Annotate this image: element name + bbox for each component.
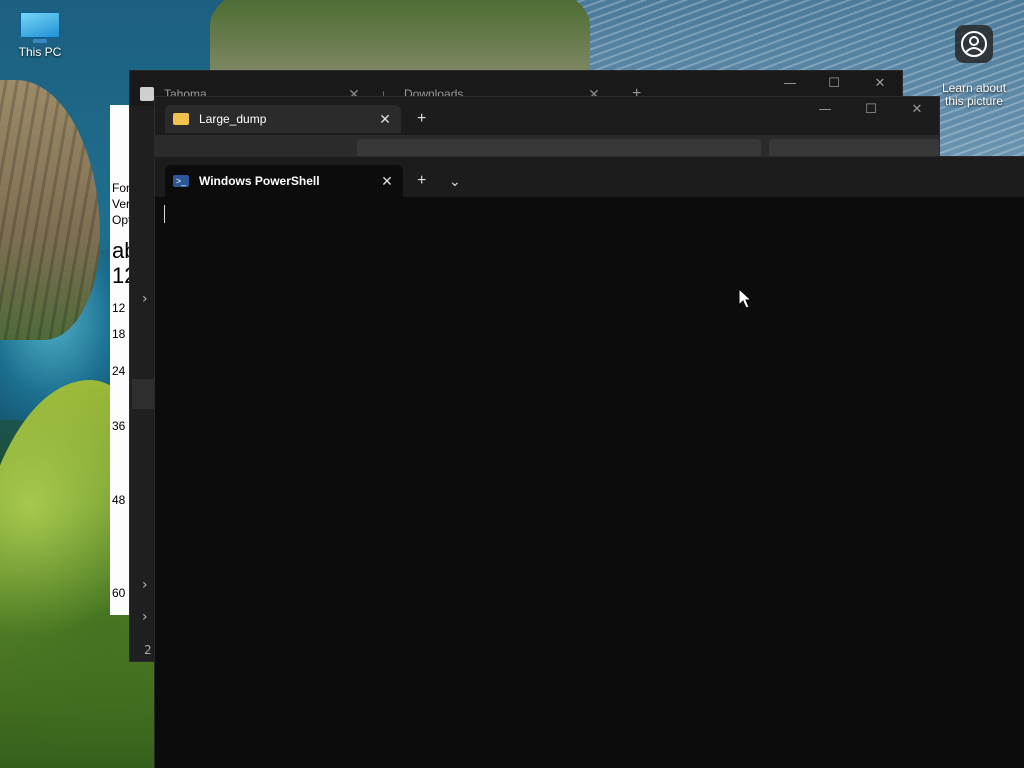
font-size-line: 18 <box>112 327 126 341</box>
monitor-icon <box>20 12 60 43</box>
font-info-line: Ver <box>112 197 131 211</box>
maximize-button[interactable]: ☐ <box>855 99 887 121</box>
folder-icon <box>173 113 189 125</box>
tab-label: Large_dump <box>199 112 267 126</box>
close-button[interactable]: ✕ <box>864 73 896 95</box>
font-file-icon <box>140 87 154 101</box>
tab-close-icon[interactable]: ✕ <box>377 111 393 127</box>
font-size-line: 36 <box>112 419 126 433</box>
minimize-button[interactable]: — <box>809 99 841 121</box>
chevron-right-icon[interactable]: › <box>142 577 148 593</box>
font-size-line: 12 <box>112 301 126 315</box>
font-size-line: 60 <box>112 586 126 600</box>
minimize-button[interactable]: — <box>774 73 806 95</box>
terminal-window[interactable]: >_ Windows PowerShell ✕ + ⌄ <box>155 157 1024 768</box>
tab-bar: >_ Windows PowerShell ✕ + ⌄ <box>155 157 1024 197</box>
mouse-pointer-icon <box>738 288 753 309</box>
tab-close-icon[interactable]: ✕ <box>379 173 395 189</box>
font-size-line: 48 <box>112 493 126 507</box>
maximize-button[interactable]: ☐ <box>818 73 850 95</box>
desktop-icon-label: This PC <box>18 45 62 59</box>
chevron-right-icon[interactable]: › <box>142 291 148 307</box>
chevron-down-icon[interactable]: ⌄ <box>449 167 465 195</box>
new-tab-button[interactable]: + <box>417 167 437 195</box>
tab-bar: Large_dump ✕ + — ☐ ✕ <box>155 97 939 135</box>
new-tab-button[interactable]: + <box>417 105 437 133</box>
close-button[interactable]: ✕ <box>901 99 933 121</box>
text-cursor <box>164 205 165 223</box>
tab-large-dump[interactable]: Large_dump ✕ <box>165 105 401 133</box>
desktop-icon-this-pc[interactable]: This PC <box>0 12 80 59</box>
desktop-icon-learn-about-picture[interactable]: Learn about this picture <box>934 12 1014 121</box>
tab-label: Windows PowerShell <box>199 174 320 188</box>
desktop-icon-label: Learn about this picture <box>941 81 1007 108</box>
sidebar-highlight <box>132 379 154 409</box>
font-info-line: Opt <box>112 213 132 227</box>
powershell-icon: >_ <box>173 175 189 187</box>
font-size-line: 24 <box>112 364 126 378</box>
tab-windows-powershell[interactable]: >_ Windows PowerShell ✕ <box>165 165 403 197</box>
chevron-right-icon[interactable]: › <box>142 609 148 625</box>
wallpaper-cliff <box>0 80 100 340</box>
terminal-output[interactable] <box>155 197 1024 768</box>
camera-info-icon <box>955 25 993 63</box>
